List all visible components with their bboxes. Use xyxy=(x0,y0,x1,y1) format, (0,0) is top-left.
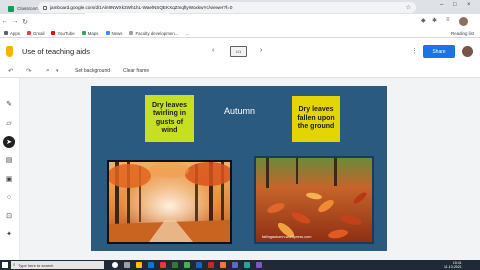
leaves-picture xyxy=(256,158,372,242)
app-icon[interactable] xyxy=(160,262,166,268)
edge-icon[interactable] xyxy=(148,262,154,268)
undo-icon[interactable]: ↶ xyxy=(8,67,13,75)
maps-icon xyxy=(81,31,86,35)
file-explorer-icon[interactable] xyxy=(136,262,142,268)
sticky-note[interactable]: Dry leaves twirling in gusts of wind xyxy=(145,95,194,142)
pen-icon[interactable]: ✎ xyxy=(3,98,15,110)
bookmark-label: Gmail xyxy=(33,30,45,36)
youtube-icon xyxy=(51,31,56,35)
system-tray-clock[interactable]: 15:41 11-10-2021 xyxy=(444,261,462,269)
puzzle-icon[interactable]: ✱ xyxy=(432,17,437,24)
search-icon: ⌕ xyxy=(13,262,16,267)
extension-icon[interactable]: ◆ xyxy=(421,17,426,24)
minimize-icon[interactable]: – xyxy=(440,2,443,8)
bookmark-label: Faculty developmen... xyxy=(135,30,179,36)
frame-bar-button[interactable]: 1/1 xyxy=(230,46,247,57)
bookmark-apps[interactable]: Apps xyxy=(4,31,20,36)
image-credit: fallingautumn.wordpress.com xyxy=(262,235,312,239)
zoom-dropdown-icon[interactable]: ▾ xyxy=(56,68,59,74)
toolbar xyxy=(0,65,480,78)
address-bar[interactable]: jamboard.google.com/d/1Aln9NWXk3Wh1hL-Wa… xyxy=(38,2,416,13)
textbox-icon[interactable]: ⊡ xyxy=(3,210,15,222)
globe-icon xyxy=(129,31,134,35)
star-icon[interactable]: ☆ xyxy=(406,4,411,11)
bookmark-label: YouTube xyxy=(57,30,75,36)
circle-icon[interactable]: ○ xyxy=(3,191,15,203)
bookmark-gmail[interactable]: Gmail xyxy=(27,31,44,36)
select-icon[interactable]: ➤ xyxy=(3,136,15,148)
lock-icon xyxy=(43,5,47,10)
fallen-leaves-image[interactable] xyxy=(254,156,374,244)
jamboard-logo xyxy=(6,46,13,57)
avatar[interactable] xyxy=(462,46,473,57)
sticky-note-text: Dry leaves twirling in gusts of wind xyxy=(151,101,188,134)
cortana-icon[interactable] xyxy=(112,262,118,268)
forest-picture xyxy=(109,162,230,242)
chevron-left-icon[interactable]: ‹ xyxy=(212,47,214,54)
app-icon[interactable] xyxy=(220,262,226,268)
word-icon[interactable] xyxy=(196,262,202,268)
clear-frame-button[interactable]: Clear frame xyxy=(123,68,149,74)
reload-icon[interactable]: ↻ xyxy=(20,18,30,26)
close-window-icon[interactable]: × xyxy=(467,2,471,8)
avatar[interactable] xyxy=(459,17,468,26)
more-options-icon[interactable]: ⋮ xyxy=(411,47,418,55)
set-background-button[interactable]: Set background xyxy=(75,68,110,74)
news-icon xyxy=(105,31,110,35)
search-placeholder: Type here to search xyxy=(18,262,54,268)
chrome-icon[interactable] xyxy=(184,262,190,268)
app-icon[interactable] xyxy=(256,262,262,268)
task-view-icon[interactable] xyxy=(124,262,130,268)
app-icon[interactable] xyxy=(172,262,178,268)
forward-icon[interactable]: → xyxy=(10,18,20,25)
laser-icon[interactable]: ✦ xyxy=(3,228,15,240)
image-icon[interactable]: ▣ xyxy=(3,173,15,185)
sticky-note-icon[interactable]: ▤ xyxy=(3,154,15,166)
classroom-icon xyxy=(8,5,14,12)
reading-list[interactable]: Reading list xyxy=(451,31,474,36)
bookmark-youtube[interactable]: YouTube xyxy=(51,30,75,36)
windows-start-icon[interactable] xyxy=(2,262,8,268)
bookmark-label: Apps xyxy=(10,30,21,36)
bookmark-news[interactable]: News xyxy=(105,30,123,36)
bookmark-label: ... xyxy=(185,30,190,36)
redo-icon[interactable]: ↷ xyxy=(26,67,31,75)
bookmarks-bar: Apps Gmail YouTube Maps News Faculty dev… xyxy=(0,29,480,38)
zoom-icon[interactable]: ⌕ xyxy=(46,67,50,75)
apps-icon xyxy=(4,31,8,35)
back-icon[interactable]: ← xyxy=(0,18,10,25)
powerpoint-icon[interactable] xyxy=(208,262,214,268)
page-title[interactable]: Use of teaching aids xyxy=(22,47,90,56)
bookmark-more[interactable]: ... xyxy=(185,31,189,36)
maximize-icon[interactable]: □ xyxy=(453,2,457,8)
bookmark-label: News xyxy=(111,30,123,36)
bookmark-faculty[interactable]: Faculty developmen... xyxy=(129,31,178,36)
sticky-note-text: Dry leaves fallen upon the ground xyxy=(297,106,335,131)
app-icon[interactable] xyxy=(244,262,250,268)
clock-date: 11-10-2021 xyxy=(444,265,462,269)
sticky-note[interactable]: Dry leaves fallen upon the ground xyxy=(292,96,340,142)
chevron-right-icon[interactable]: › xyxy=(260,47,262,54)
bookmark-label: Maps xyxy=(87,30,99,36)
share-label: Share xyxy=(432,48,446,55)
frame-title-text[interactable]: Autumn xyxy=(224,106,255,116)
address-row: ← → ↻ xyxy=(0,14,480,29)
gmail-icon xyxy=(27,31,32,35)
eraser-icon[interactable]: ▱ xyxy=(3,117,15,129)
profile-menu-icon[interactable]: ≡ xyxy=(446,17,450,23)
url-text: jamboard.google.com/d/1Aln9NWXk3Wh1hL-Wa… xyxy=(50,5,233,10)
teams-icon[interactable] xyxy=(232,262,238,268)
share-button[interactable]: Share xyxy=(423,45,455,58)
autumn-forest-image[interactable] xyxy=(107,160,232,244)
taskbar-search[interactable]: ⌕ Type here to search xyxy=(11,261,104,269)
bookmark-maps[interactable]: Maps xyxy=(81,30,99,36)
